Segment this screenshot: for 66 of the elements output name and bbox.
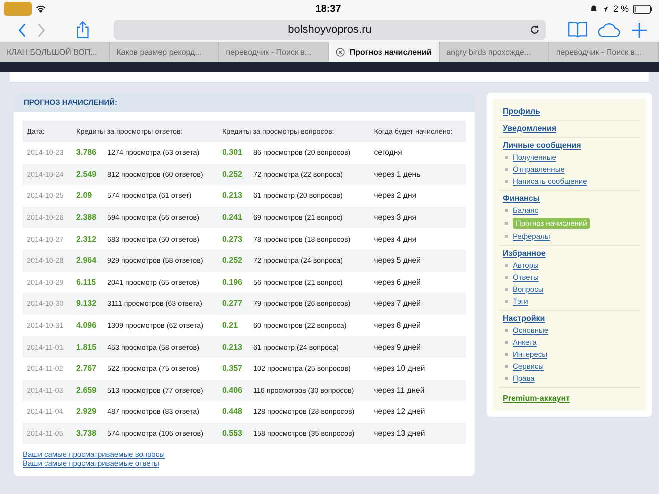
bullet-icon — [505, 209, 508, 212]
credits-cell: 2.312 — [72, 228, 104, 250]
reload-icon[interactable] — [530, 25, 540, 35]
bullet-icon — [505, 168, 508, 171]
credits-cell: 3.786 — [72, 142, 104, 164]
credits-cell: 0.277 — [218, 293, 250, 315]
clock-time: 18:37 — [316, 4, 342, 14]
share-icon[interactable] — [76, 21, 90, 39]
credits-cell: 0.21 — [218, 314, 250, 336]
credits-cell: 2.549 — [72, 164, 104, 186]
menu-section-link[interactable]: Уведомления — [503, 124, 557, 133]
bullet-icon — [505, 341, 508, 344]
bullet-icon — [505, 264, 508, 267]
bullet-icon — [505, 156, 508, 159]
browser-tab[interactable]: Прогноз начислений — [328, 42, 440, 62]
menu-section-link[interactable]: Настройки — [503, 314, 546, 323]
credits-cell: 0.273 — [218, 228, 250, 250]
app-logo-icon — [4, 2, 32, 16]
wifi-icon — [36, 5, 46, 13]
credits-cell: 0.357 — [218, 358, 250, 380]
credits-cell: 0.252 — [218, 250, 250, 272]
credits-cell: 0.553 — [218, 422, 250, 444]
book-icon[interactable] — [568, 22, 588, 38]
bullet-icon — [505, 222, 508, 225]
bell-icon — [590, 5, 598, 13]
bullet-icon — [505, 353, 508, 356]
credits-cell: 6.115 — [72, 272, 104, 294]
credits-cell: 0.213 — [218, 185, 250, 207]
battery-icon — [632, 4, 653, 14]
credits-cell: 2.964 — [72, 250, 104, 272]
credits-cell: 9.132 — [72, 293, 104, 315]
bullet-icon — [505, 300, 508, 303]
credits-cell: 0.448 — [218, 401, 250, 423]
menu-section-link[interactable]: Профиль — [503, 107, 540, 116]
credits-cell: 2.09 — [72, 185, 104, 207]
premium-link[interactable]: Premium-аккаунт — [503, 394, 636, 403]
bullet-icon — [505, 365, 508, 368]
bullet-icon — [505, 329, 508, 332]
bullet-icon — [505, 377, 508, 380]
add-icon[interactable] — [632, 22, 647, 38]
location-arrow-icon — [602, 6, 610, 12]
credits-cell: 0.196 — [218, 272, 250, 294]
credits-cell: 1.815 — [72, 336, 104, 358]
credits-cell: 0.213 — [218, 336, 250, 358]
credits-cell: 4.096 — [72, 314, 104, 336]
battery-percent: 2 % — [613, 4, 629, 14]
credits-cell: 2.767 — [72, 358, 104, 380]
menu-section-link[interactable]: Финансы — [503, 194, 540, 203]
credits-cell: 2.659 — [72, 380, 104, 402]
close-icon[interactable] — [336, 48, 345, 56]
credits-cell: 2.929 — [72, 401, 104, 423]
address-field[interactable]: bolshoyvopros.ru — [114, 20, 546, 40]
bullet-icon — [505, 276, 508, 279]
credits-cell: 3.738 — [72, 422, 104, 444]
menu-section-link[interactable]: Личные сообщения — [503, 141, 582, 150]
bullet-icon — [505, 180, 508, 183]
credits-cell: 0.241 — [218, 206, 250, 228]
back-icon[interactable] — [18, 22, 27, 38]
menu-section-link[interactable]: Избранное — [503, 249, 546, 258]
credits-cell: 0.406 — [218, 380, 250, 402]
credits-cell: 0.252 — [218, 164, 250, 186]
bullet-icon — [505, 235, 508, 238]
bullet-icon — [505, 288, 508, 291]
credits-cell: 2.388 — [72, 206, 104, 228]
cloud-icon[interactable] — [598, 22, 622, 38]
credits-cell: 0.301 — [218, 142, 250, 164]
